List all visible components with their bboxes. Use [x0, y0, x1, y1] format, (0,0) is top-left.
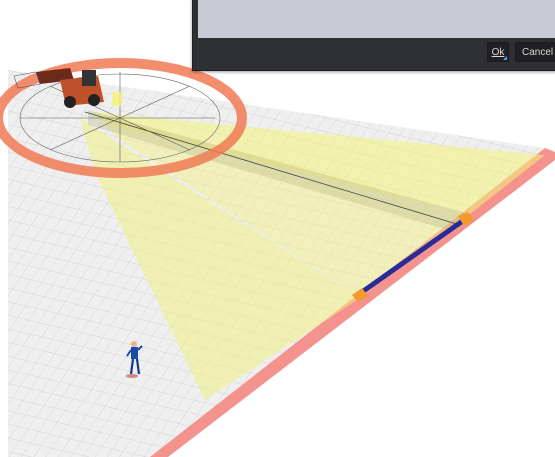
ok-button[interactable]: Ok — [487, 42, 509, 62]
dialog-content-area — [198, 0, 555, 38]
default-indicator-icon — [503, 56, 507, 60]
dialog-window: Ok Cancel — [192, 0, 555, 71]
cancel-button[interactable]: Cancel — [515, 42, 555, 62]
ring-angle-label: 0 ° — [38, 172, 46, 178]
3d-viewport[interactable]: 0 ° Ok Cancel — [0, 0, 555, 457]
cancel-button-label: Cancel — [522, 47, 554, 58]
